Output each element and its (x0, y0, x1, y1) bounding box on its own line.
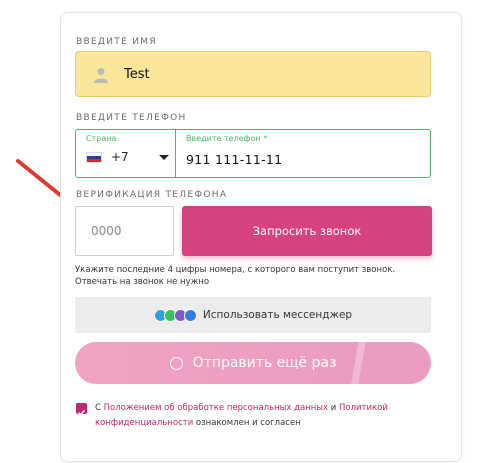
check-circle-icon (169, 356, 183, 370)
name-value: Test (124, 67, 150, 82)
checkmark-icon (77, 409, 86, 416)
country-select[interactable]: Страна +7 (75, 129, 175, 178)
consent-checkbox[interactable] (76, 403, 87, 416)
user-icon (94, 68, 108, 83)
country-code: +7 (111, 150, 129, 164)
messenger-button-label: Использовать мессенджер (202, 309, 353, 321)
name-section-label: ВВЕДИТЕ ИМЯ (76, 37, 157, 47)
russia-flag-icon (86, 152, 102, 163)
chevron-down-icon (159, 155, 169, 160)
consent-middle: и (328, 403, 339, 413)
phone-section-label: ВВЕДИТЕ ТЕЛЕФОН (76, 113, 187, 123)
privacy-regulation-link[interactable]: Положением об обработке персональных дан… (104, 403, 328, 413)
use-messenger-button[interactable]: Использовать мессенджер (75, 297, 431, 333)
consent-prefix: С (95, 403, 104, 413)
phone-input[interactable]: Введите телефон * 911 111-11-11 (175, 129, 431, 178)
name-field[interactable]: Test (75, 51, 431, 97)
verification-hint: Укажите последние 4 цифры номера, с кото… (75, 265, 396, 287)
code-placeholder: 0000 (91, 224, 122, 238)
phone-label: Введите телефон * (186, 134, 268, 143)
verification-code-input[interactable]: 0000 (75, 206, 174, 256)
messenger-icons (153, 308, 197, 322)
phone-value: 911 111-11-11 (186, 152, 283, 167)
resend-button[interactable]: Отправить ещё раз (75, 342, 431, 384)
verification-section-label: ВЕРИФИКАЦИЯ ТЕЛЕФОНА (76, 190, 228, 200)
request-call-button[interactable]: Запросить звонок (182, 206, 432, 256)
consent-suffix: ознакомлен и согласен (193, 418, 301, 428)
resend-button-label: Отправить ещё раз (192, 355, 337, 371)
consent-text: С Положением об обработке персональных д… (95, 401, 425, 431)
country-label: Страна (86, 134, 117, 143)
